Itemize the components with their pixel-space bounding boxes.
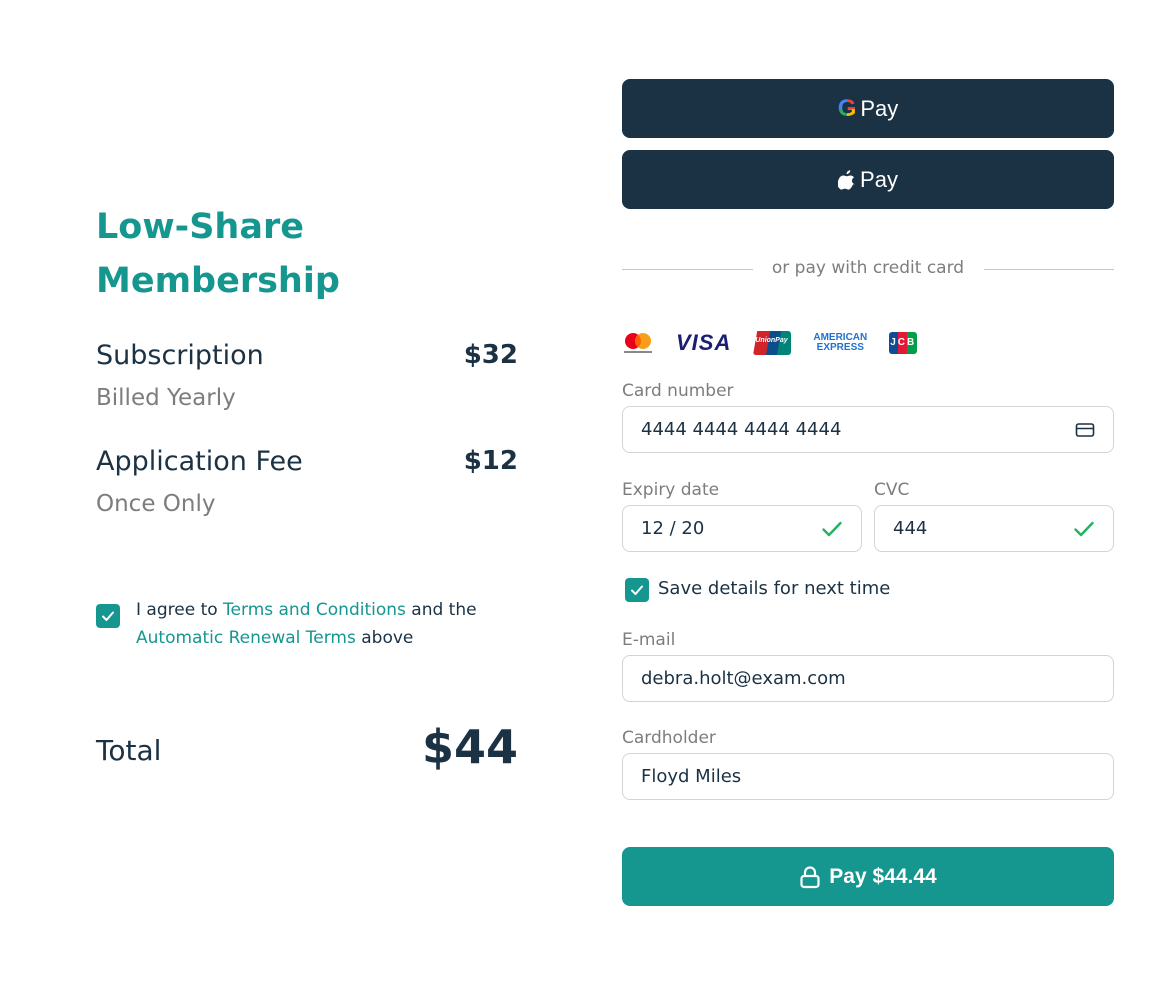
lock-icon — [800, 865, 820, 888]
automatic-renewal-terms-link[interactable]: Automatic Renewal Terms — [136, 628, 356, 648]
checkmark-icon — [631, 585, 643, 595]
divider-text: or pay with credit card — [771, 258, 965, 278]
membership-title: Low-Share Membership — [96, 207, 340, 301]
total-value: $44 — [421, 720, 518, 774]
visa-wordmark: VISA — [676, 330, 732, 355]
save-details-checkbox[interactable] — [625, 578, 649, 602]
cardholder-field — [622, 753, 1114, 800]
agreement-middle: and the — [405, 600, 477, 620]
valid-check-icon — [821, 520, 843, 538]
apple-pay-button[interactable]: Pay — [622, 150, 1114, 209]
apple-logo-icon — [838, 170, 856, 190]
email-field — [622, 655, 1114, 702]
cardholder-label: Cardholder — [622, 728, 716, 748]
card-number-input[interactable] — [641, 419, 1075, 440]
application-fee-price: $12 — [463, 446, 518, 476]
jcb-logo-icon: JCB — [889, 332, 918, 354]
cardholder-input[interactable] — [641, 766, 1095, 787]
terms-and-conditions-link[interactable]: Terms and Conditions — [223, 600, 406, 620]
google-pay-button[interactable]: G Pay — [622, 79, 1114, 138]
valid-check-icon — [1073, 520, 1095, 538]
save-details-label[interactable]: Save details for next time — [658, 578, 890, 599]
apple-pay-label: Pay — [860, 166, 898, 192]
expiry-date-input[interactable] — [641, 518, 821, 539]
unionpay-logo-icon: UnionPay — [753, 331, 792, 355]
terms-agreement-text: I agree to Terms and Conditions and the … — [136, 596, 536, 652]
payment-divider: or pay with credit card — [622, 258, 1114, 282]
google-pay-label: Pay — [860, 95, 899, 121]
jcb-wordmark: JCB — [890, 337, 917, 348]
pay-button-label: Pay $44.44 — [829, 864, 937, 888]
cvc-label: CVC — [874, 480, 910, 500]
email-label: E-mail — [622, 630, 676, 650]
cvc-input[interactable] — [893, 518, 1073, 539]
subscription-label: Subscription — [96, 340, 264, 371]
card-number-label: Card number — [622, 381, 734, 401]
subscription-billing-note: Billed Yearly — [96, 385, 236, 411]
total-label: Total — [96, 734, 162, 767]
card-number-field — [622, 406, 1114, 453]
american-express-logo-icon: AMERICAN EXPRESS — [813, 333, 867, 353]
unionpay-wordmark: UnionPay — [755, 337, 788, 344]
google-g-icon: G — [837, 94, 857, 122]
card-brand-logos: VISA UnionPay AMERICAN EXPRESS JCB — [622, 330, 918, 356]
divider-line-right — [984, 269, 1114, 270]
agreement-suffix: above — [355, 628, 414, 648]
amex-line2: EXPRESS — [816, 342, 864, 353]
checkmark-icon — [102, 611, 114, 621]
pay-button[interactable]: Pay $44.44 — [622, 847, 1114, 906]
application-fee-label: Application Fee — [96, 446, 303, 477]
application-fee-note: Once Only — [96, 491, 216, 517]
credit-card-icon — [1075, 422, 1095, 438]
expiry-date-field — [622, 505, 862, 552]
agreement-prefix: I agree to — [136, 600, 224, 620]
cvc-field — [874, 505, 1114, 552]
visa-logo-icon: VISA — [676, 330, 731, 356]
terms-checkbox[interactable] — [96, 604, 120, 628]
subscription-price: $32 — [463, 340, 518, 370]
mastercard-logo-icon — [622, 331, 654, 355]
expiry-date-label: Expiry date — [622, 480, 720, 500]
email-input[interactable] — [641, 668, 1095, 689]
